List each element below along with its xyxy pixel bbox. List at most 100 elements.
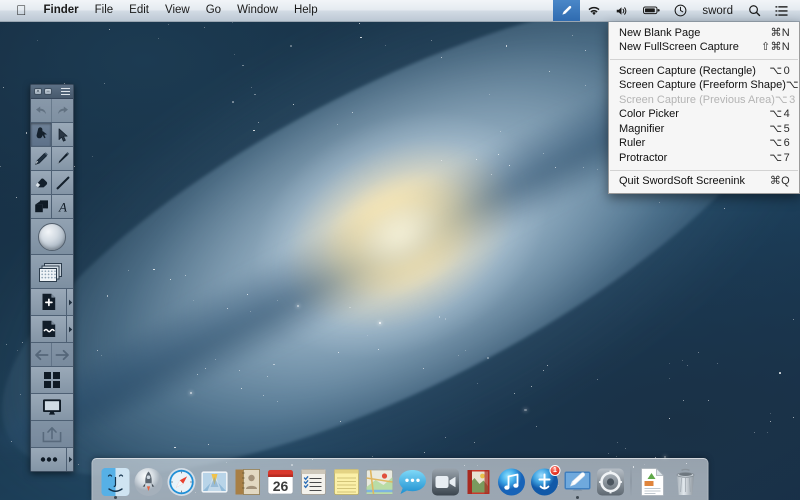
screenink-pen-icon[interactable]: [553, 0, 580, 21]
dock-item-contacts[interactable]: [232, 466, 263, 497]
dock-item-system-preferences[interactable]: [595, 466, 626, 497]
scribble-page-options-arrow-icon[interactable]: [67, 316, 73, 342]
menu-option-screen-capture-freeform-shape[interactable]: Screen Capture (Freeform Shape) ⌥ 1: [609, 79, 799, 94]
menu-option-shortcut: ⌥ 5: [769, 124, 790, 135]
scribble-page-icon[interactable]: [31, 316, 67, 342]
menu-option-label: Ruler: [619, 138, 645, 149]
menu-option-label: Screen Capture (Previous Area): [619, 95, 775, 106]
color-wheel-dial[interactable]: [38, 223, 66, 251]
dock-item-reminders[interactable]: [298, 466, 329, 497]
svg-text:A: A: [58, 200, 67, 214]
menu-option-shortcut: ⌥ 3: [775, 95, 796, 106]
menu-item-help[interactable]: Help: [286, 0, 326, 21]
more-options-icon[interactable]: [31, 448, 67, 471]
dock-item-safari[interactable]: [166, 466, 197, 497]
dock-item-facetime[interactable]: [430, 466, 461, 497]
palette-group-cursor: [31, 123, 73, 147]
menu-item-view[interactable]: View: [157, 0, 198, 21]
new-page-icon[interactable]: [31, 289, 67, 315]
menu-bar[interactable]:  Finder File Edit View Go Window Help: [0, 0, 800, 22]
menu-item-window[interactable]: Window: [229, 0, 286, 21]
eraser-icon[interactable]: [31, 171, 52, 194]
menu-option-label: Screen Capture (Freeform Shape): [619, 80, 786, 91]
menu-option-color-picker[interactable]: Color Picker ⌥ 4: [609, 108, 799, 123]
dock-item-calendar[interactable]: 26: [265, 466, 296, 497]
mouse-click-icon[interactable]: [31, 123, 52, 146]
running-indicator: [576, 496, 579, 499]
dock-item-itunes[interactable]: [496, 466, 527, 497]
menu-option-new-blank-page[interactable]: New Blank Page ⌘N: [609, 26, 799, 41]
screen-capture-icon[interactable]: [31, 394, 73, 420]
palette-group-shape-text: A: [31, 195, 73, 219]
pencil-icon[interactable]: [31, 147, 52, 170]
tool-palette[interactable]: × −: [30, 84, 74, 472]
wifi-icon[interactable]: [580, 0, 608, 21]
text-icon[interactable]: A: [52, 195, 73, 218]
palette-menu-icon[interactable]: [61, 88, 70, 96]
palette-group-new-page: [31, 289, 73, 316]
palette-group-screen: [31, 394, 73, 421]
dock-item-launchpad[interactable]: [133, 466, 164, 497]
redo-icon[interactable]: [52, 99, 73, 122]
apple-menu-icon[interactable]: : [7, 0, 36, 20]
menu-option-quit-swordsoft-screenink[interactable]: Quit SwordSoft Screenink ⌘Q: [609, 175, 799, 190]
notification-center-icon[interactable]: [768, 0, 795, 21]
menu-option-screen-capture-previous-area: Screen Capture (Previous Area) ⌥ 3: [609, 93, 799, 108]
battery-icon[interactable]: [636, 0, 667, 21]
menu-option-protractor[interactable]: Protractor ⌥ 7: [609, 151, 799, 166]
menu-item-edit[interactable]: Edit: [121, 0, 157, 21]
arrow-cursor-icon[interactable]: [52, 123, 73, 146]
dock-item-mail[interactable]: [199, 466, 230, 497]
menu-item-go[interactable]: Go: [198, 0, 229, 21]
dock-item-app-store[interactable]: 1: [529, 466, 560, 497]
menu-option-new-fullscreen-capture[interactable]: New FullScreen Capture ⇧⌘N: [609, 41, 799, 56]
palette-group-scribble-page: [31, 316, 73, 343]
palette-close-button[interactable]: ×: [34, 88, 42, 95]
volume-icon[interactable]: [608, 0, 636, 21]
layers-icon[interactable]: [31, 255, 73, 289]
menu-option-shortcut: ⇧⌘N: [761, 42, 790, 53]
app-store-badge: 1: [550, 465, 561, 476]
menu-option-shortcut: ⌥ 7: [769, 153, 790, 164]
palette-minimize-button[interactable]: −: [44, 88, 52, 95]
screenink-dropdown-menu[interactable]: New Blank Page ⌘N New FullScreen Capture…: [608, 22, 800, 194]
color-wheel[interactable]: [31, 219, 73, 255]
dock-item-iphoto[interactable]: [463, 466, 494, 497]
dock-item-notes[interactable]: [331, 466, 362, 497]
more-options-arrow-icon[interactable]: [67, 448, 73, 471]
dock-item-trash[interactable]: [670, 466, 701, 497]
share-icon[interactable]: [31, 421, 73, 447]
menu-option-screen-capture-rectangle[interactable]: Screen Capture (Rectangle) ⌥ 0: [609, 64, 799, 79]
back-arrow-icon[interactable]: [31, 343, 52, 366]
menu-option-label: New FullScreen Capture: [619, 42, 739, 53]
menu-item-finder[interactable]: Finder: [36, 0, 87, 21]
menu-option-shortcut: ⌥ 6: [769, 138, 790, 149]
shapes-icon[interactable]: [31, 195, 52, 218]
dock[interactable]: 26: [92, 458, 709, 500]
line-icon[interactable]: [52, 171, 73, 194]
menu-option-shortcut: ⌘N: [770, 28, 790, 39]
menu-option-magnifier[interactable]: Magnifier ⌥ 5: [609, 122, 799, 137]
new-page-options-arrow-icon[interactable]: [67, 289, 73, 315]
dock-item-finder[interactable]: [100, 466, 131, 497]
search-icon[interactable]: [741, 0, 768, 21]
menu-option-shortcut: ⌥ 0: [769, 66, 790, 77]
undo-icon[interactable]: [31, 99, 52, 122]
dock-item-screenink[interactable]: [562, 466, 593, 497]
user-menu-label[interactable]: sword: [694, 0, 741, 21]
palette-title-bar[interactable]: × −: [31, 85, 73, 99]
calendar-day: 26: [272, 478, 288, 494]
menu-option-ruler[interactable]: Ruler ⌥ 6: [609, 137, 799, 152]
palette-group-more: [31, 448, 73, 471]
menu-item-file[interactable]: File: [87, 0, 122, 21]
dock-item-document[interactable]: [637, 466, 668, 497]
dock-item-messages[interactable]: [397, 466, 428, 497]
time-machine-icon[interactable]: [667, 0, 694, 21]
palette-group-history: [31, 99, 73, 123]
menu-separator: [610, 170, 798, 171]
dock-item-maps[interactable]: [364, 466, 395, 497]
palette-group-share: [31, 421, 73, 448]
forward-arrow-icon[interactable]: [52, 343, 73, 366]
grid-view-icon[interactable]: [31, 367, 73, 393]
marker-icon[interactable]: [52, 147, 73, 170]
